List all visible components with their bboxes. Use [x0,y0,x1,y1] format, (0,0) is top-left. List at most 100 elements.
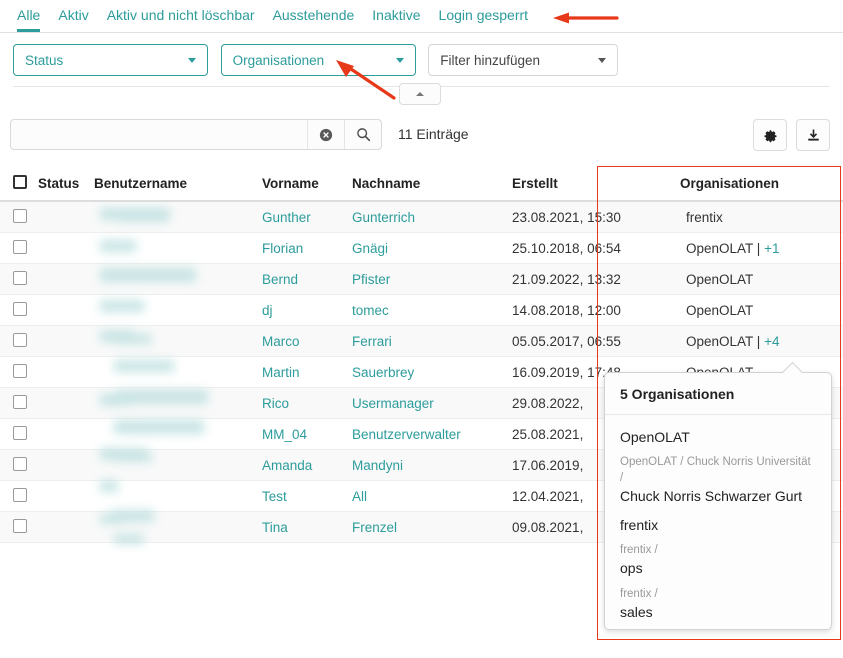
vorname-link[interactable]: Amanda [262,458,312,473]
vorname-link[interactable]: Test [262,489,287,504]
vorname-link[interactable]: dj [262,303,273,318]
column-header-erstellt[interactable]: Erstellt [512,176,680,191]
table-row[interactable]: BerndPfister21.09.2022, 13:32OpenOLAT [0,264,843,295]
table-row[interactable]: dj tomec 14.08.2018, 12:00 OpenOLAT [0,295,843,326]
row-checkbox[interactable] [13,395,27,409]
tab-alle[interactable]: Alle [8,1,49,32]
vorname-link[interactable]: MM_04 [262,427,307,442]
cell-nachname[interactable]: Pfister [352,272,512,287]
cell-vorname[interactable]: dj [262,303,352,318]
row-checkbox[interactable] [13,209,27,223]
cell-vorname[interactable]: Test [262,489,352,504]
nachname-link[interactable]: Gunterrich [352,210,415,225]
download-button[interactable] [796,119,830,151]
organisation-more-link[interactable]: +1 [764,241,779,256]
table-row[interactable]: FlorianGnägi25.10.2018, 06:54OpenOLAT | … [0,233,843,264]
vorname-link[interactable]: Rico [262,396,289,411]
tab-aktiv[interactable]: Aktiv [49,1,97,32]
cell-vorname[interactable]: Rico [262,396,352,411]
row-checkbox[interactable] [13,519,27,533]
select-all-checkbox[interactable] [13,175,27,189]
cell-nachname[interactable]: Mandyni [352,458,512,473]
cell-nachname[interactable]: tomec [352,303,512,318]
row-checkbox[interactable] [13,333,27,347]
cell-vorname[interactable]: Martin [262,365,352,380]
row-checkbox[interactable] [13,271,27,285]
row-checkbox[interactable] [13,240,27,254]
popover-item: frentix /ops [620,543,816,579]
cell-nachname[interactable]: Ferrari [352,334,512,349]
tab-ausstehende[interactable]: Ausstehende [264,1,364,32]
tab-inaktive[interactable]: Inaktive [363,1,429,32]
cell-vorname[interactable]: Gunther [262,210,352,225]
organisation-name: OpenOLAT [686,303,753,318]
organisation-separator: | [753,241,764,256]
cell-nachname[interactable]: Sauerbrey [352,365,512,380]
search-input[interactable] [11,120,307,149]
cell-nachname[interactable]: Gunterrich [352,210,512,225]
column-header-benutzername[interactable]: Benutzername [94,176,262,191]
row-checkbox-cell [0,426,38,443]
row-checkbox[interactable] [13,426,27,440]
cell-erstellt: 25.10.2018, 06:54 [512,241,680,256]
nachname-link[interactable]: Benutzerverwalter [352,427,461,442]
tab-aktiv-und-nicht-l-schbar[interactable]: Aktiv und nicht löschbar [98,1,264,32]
table-row[interactable]: GuntherGunterrich23.08.2021, 15:30frenti… [0,202,843,233]
cell-vorname[interactable]: Tina [262,520,352,535]
column-header-vorname[interactable]: Vorname [262,176,352,191]
clear-icon [319,128,333,142]
cell-erstellt: 23.08.2021, 15:30 [512,210,680,225]
cell-erstellt: 14.08.2018, 12:00 [512,303,680,318]
nachname-link[interactable]: Frenzel [352,520,397,535]
search-button[interactable] [344,120,381,149]
cell-vorname[interactable]: MM_04 [262,427,352,442]
vorname-link[interactable]: Marco [262,334,300,349]
table-settings-button[interactable] [753,119,787,151]
nachname-link[interactable]: Ferrari [352,334,392,349]
column-header-status[interactable]: Status [38,176,94,191]
search-icon [356,127,371,142]
gear-icon [763,128,778,143]
popover-item-name: ops [620,558,816,578]
vorname-link[interactable]: Tina [262,520,288,535]
vorname-link[interactable]: Florian [262,241,303,256]
nachname-link[interactable]: Mandyni [352,458,403,473]
cell-vorname[interactable]: Amanda [262,458,352,473]
nachname-link[interactable]: All [352,489,367,504]
clear-search-button[interactable] [307,120,344,149]
cell-nachname[interactable]: Gnägi [352,241,512,256]
nachname-link[interactable]: Gnägi [352,241,388,256]
popover-item: OpenOLAT [620,427,816,447]
organisation-more-link[interactable]: +4 [764,334,779,349]
filter-status-button[interactable]: Status [13,44,208,76]
cell-nachname[interactable]: Frenzel [352,520,512,535]
row-checkbox[interactable] [13,457,27,471]
column-header-organisationen[interactable]: Organisationen [680,176,830,191]
row-checkbox-cell [0,271,38,288]
nachname-link[interactable]: tomec [352,303,389,318]
cell-organisationen: OpenOLAT | +4 [680,334,830,349]
column-header-nachname[interactable]: Nachname [352,176,512,191]
cell-nachname[interactable]: All [352,489,512,504]
vorname-link[interactable]: Bernd [262,272,298,287]
cell-nachname[interactable]: Benutzerverwalter [352,427,512,442]
collapse-filters-button[interactable] [399,83,441,105]
vorname-link[interactable]: Martin [262,365,300,380]
nachname-link[interactable]: Usermanager [352,396,434,411]
row-checkbox[interactable] [13,364,27,378]
nachname-link[interactable]: Pfister [352,272,390,287]
table-row[interactable]: MarcoFerrari05.05.2017, 06:55OpenOLAT | … [0,326,843,357]
cell-nachname[interactable]: Usermanager [352,396,512,411]
tab-login-gesperrt[interactable]: Login gesperrt [430,1,538,32]
cell-vorname[interactable]: Bernd [262,272,352,287]
filter-organisationen-button[interactable]: Organisationen [221,44,416,76]
row-checkbox[interactable] [13,302,27,316]
cell-vorname[interactable]: Marco [262,334,352,349]
cell-vorname[interactable]: Florian [262,241,352,256]
chevron-down-icon [396,58,404,63]
row-checkbox[interactable] [13,488,27,502]
row-checkbox-cell [0,457,38,474]
vorname-link[interactable]: Gunther [262,210,311,225]
add-filter-button[interactable]: Filter hinzufügen [428,44,618,76]
nachname-link[interactable]: Sauerbrey [352,365,414,380]
